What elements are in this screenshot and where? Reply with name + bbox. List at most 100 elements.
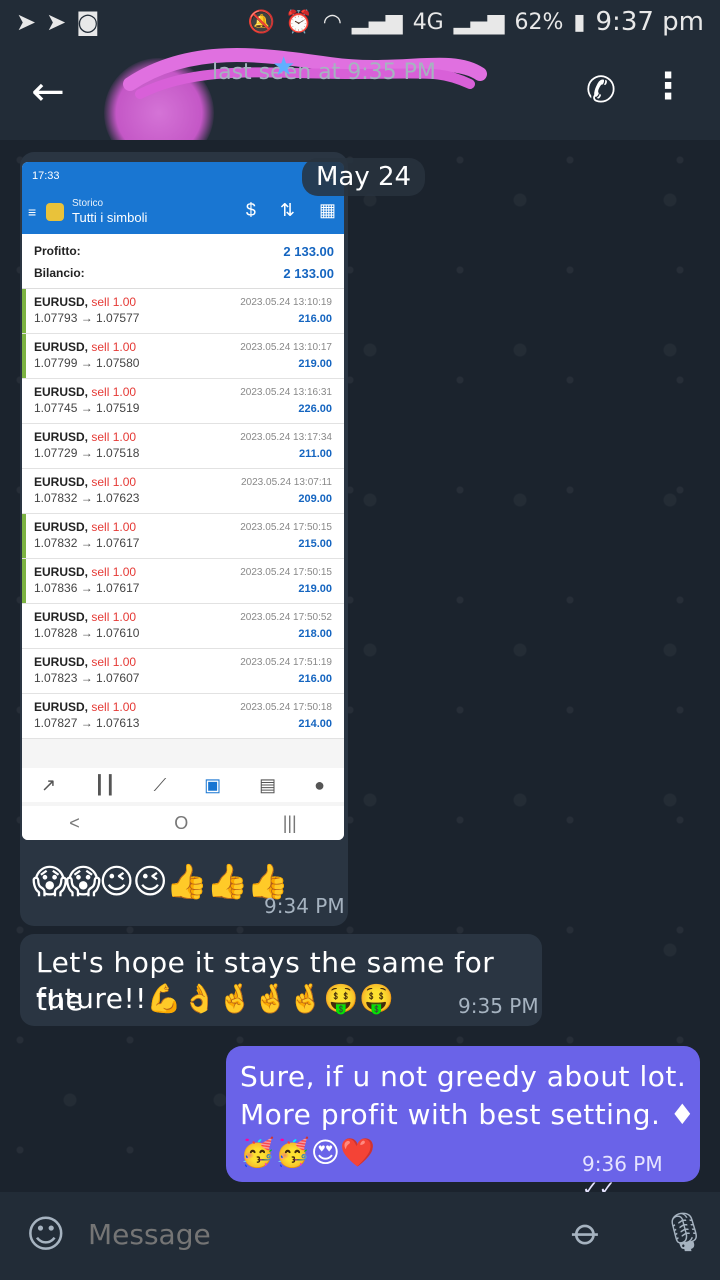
trade-row: EURUSD, sell 1.00 1.07832 → 1.07623 2023.0…	[22, 469, 344, 514]
trade-profit: 215.00	[298, 538, 332, 550]
trade-profit: 214.00	[298, 718, 332, 730]
news-icon: ▤	[259, 774, 277, 795]
embedded-toolbar-icons: $ ⇅ ▦	[246, 200, 336, 221]
mute-icon: 🔕	[247, 9, 276, 35]
trade-row: EURUSD, sell 1.00 1.07745 → 1.07519 2023.0…	[22, 379, 344, 424]
trade-symbol: EURUSD,	[34, 520, 89, 534]
message-bubble-incoming[interactable]: Let's hope it stays the same for the fut…	[20, 934, 542, 1026]
network-label: 4G	[412, 9, 444, 35]
summary-value: 2 133.00	[283, 243, 334, 259]
trade-symbol: EURUSD,	[34, 430, 89, 444]
trade-row: EURUSD, sell 1.00 1.07836 → 1.07617 2023.0…	[22, 559, 344, 604]
trade-prices: 1.07823 → 1.07607	[34, 671, 140, 685]
alarm-icon: ⏰	[285, 9, 313, 35]
trade-symbol: EURUSD,	[34, 655, 89, 669]
trade-date: 2023.05.24 13:17:34	[240, 432, 332, 443]
trade-symbol: EURUSD,	[34, 700, 89, 714]
trade-row: EURUSD, sell 1.00 1.07827 → 1.07613 2023.0…	[22, 694, 344, 739]
message-text: future!!💪👌🤞🤞🤞🤑🤑	[36, 982, 395, 1015]
status-bar: ➤ ➤ ◙ 🔕 ⏰ ◠ ▂▄▆ 4G ▂▄▆ 62% ▮ 9:37 pm	[0, 0, 720, 44]
chat-area[interactable]: 17:33 78 ≡ Storico Tutti i simboli $ ⇅ ▦…	[0, 140, 720, 1192]
nav-home: O	[174, 812, 189, 833]
trade-icon: ⟋	[153, 774, 167, 795]
summary-row: Profitto: 2 133.00	[34, 240, 334, 262]
trade-prices: 1.07832 → 1.07623	[34, 491, 140, 505]
calendar-icon: ▦	[318, 200, 336, 220]
telegram-icon: ➤	[46, 8, 67, 36]
chat-header: ← last seen at 9:35 PM ★ ✆ ⋮	[0, 44, 720, 168]
summary-label: Profitto:	[34, 244, 81, 258]
trade-date: 2023.05.24 17:50:18	[240, 702, 332, 713]
trade-prices: 1.07836 → 1.07617	[34, 581, 140, 595]
trade-date: 2023.05.24 13:10:17	[240, 342, 332, 353]
message-time: 9:36 PM ✓✓	[582, 1152, 700, 1192]
trade-side: sell 1.00	[91, 295, 137, 309]
embedded-title-small: Storico	[72, 198, 104, 210]
embedded-time: 17:33	[32, 170, 60, 182]
battery-percent: 62%	[514, 9, 564, 35]
trade-prices: 1.07827 → 1.07613	[34, 716, 140, 730]
phone-icon[interactable]: ✆	[586, 70, 616, 111]
message-bubble-incoming[interactable]: 17:33 78 ≡ Storico Tutti i simboli $ ⇅ ▦…	[20, 152, 348, 926]
signal-icon: ▂▄▆	[351, 9, 403, 35]
trade-row: EURUSD, sell 1.00 1.07832 → 1.07617 2023.0…	[22, 514, 344, 559]
trade-side: sell 1.00	[91, 655, 137, 669]
trade-row: EURUSD, sell 1.00 1.07799 → 1.07580 2023.0…	[22, 334, 344, 379]
chat-icon: ●	[314, 774, 325, 795]
trade-symbol: EURUSD,	[34, 610, 89, 624]
embedded-status-bar: 17:33 78	[22, 162, 344, 190]
message-text: Sure, if u not greedy about lot.	[240, 1060, 687, 1093]
nav-back: <	[69, 812, 80, 833]
summary-label: Bilancio:	[34, 266, 85, 280]
contact-info[interactable]: last seen at 9:35 PM	[200, 54, 436, 85]
trade-profit: 219.00	[298, 583, 332, 595]
trade-prices: 1.07793 → 1.07577	[34, 311, 140, 325]
message-input[interactable]	[88, 1218, 508, 1251]
trade-prices: 1.07799 → 1.07580	[34, 356, 140, 370]
embedded-toolbar: ≡ Storico Tutti i simboli $ ⇅ ▦	[22, 190, 344, 234]
trade-row: EURUSD, sell 1.00 1.07793 → 1.07577 2023.0…	[22, 289, 344, 334]
star-icon: ★	[272, 52, 296, 82]
quotes-icon: ↗	[40, 774, 57, 795]
hamburger-icon: ≡	[28, 204, 37, 220]
trade-prices: 1.07729 → 1.07518	[34, 446, 140, 460]
message-time: 9:35 PM	[458, 994, 539, 1018]
read-receipt-icon: ✓✓	[582, 1176, 616, 1192]
last-seen: last seen at 9:35 PM	[212, 60, 436, 85]
summary-value: 2 133.00	[283, 265, 334, 281]
embedded-summary: Profitto: 2 133.00 Bilancio: 2 133.00	[22, 234, 344, 289]
back-arrow-icon[interactable]: ←	[0, 44, 96, 140]
trade-date: 2023.05.24 17:51:19	[240, 657, 332, 668]
attach-icon[interactable]: ⌀	[564, 1208, 611, 1255]
message-input-bar: ☺ ⌀ 🎙	[0, 1192, 720, 1280]
message-bubble-outgoing[interactable]: Sure, if u not greedy about lot. More pr…	[226, 1046, 700, 1192]
emoji-icon[interactable]: ☺	[26, 1212, 66, 1256]
telegram-icon: ➤	[16, 8, 37, 36]
trade-date: 2023.05.24 17:50:52	[240, 612, 332, 623]
trade-side: sell 1.00	[91, 340, 137, 354]
trade-side: sell 1.00	[91, 610, 137, 624]
summary-row: Bilancio: 2 133.00	[34, 262, 334, 284]
more-options-icon[interactable]: ⋮	[650, 66, 686, 107]
status-left: ➤ ➤ ◙	[16, 8, 100, 36]
embedded-tabs: ↗ ┃┃ ⟋ ▣ ▤ ●	[22, 768, 344, 802]
embedded-title: Tutti i simboli	[72, 210, 148, 226]
trade-profit: 211.00	[298, 448, 332, 460]
status-right: 🔕 ⏰ ◠ ▂▄▆ 4G ▂▄▆ 62% ▮ 9:37 pm	[248, 7, 704, 37]
trade-symbol: EURUSD,	[34, 565, 89, 579]
image-attachment[interactable]: 17:33 78 ≡ Storico Tutti i simboli $ ⇅ ▦…	[22, 162, 344, 840]
message-text: More profit with best setting. ♦	[240, 1098, 696, 1131]
trade-symbol: EURUSD,	[34, 385, 89, 399]
trade-symbol: EURUSD,	[34, 340, 89, 354]
trade-date: 2023.05.24 13:07:11	[240, 477, 332, 488]
trade-list: EURUSD, sell 1.00 1.07793 → 1.07577 2023.0…	[22, 289, 344, 739]
trade-prices: 1.07828 → 1.07610	[34, 626, 140, 640]
chart-icon: ┃┃	[94, 774, 116, 795]
mic-icon[interactable]: 🎙	[660, 1210, 708, 1255]
trade-date: 2023.05.24 13:16:31	[240, 387, 332, 398]
wifi-icon: ◠	[322, 9, 342, 35]
trade-side: sell 1.00	[91, 520, 137, 534]
trade-row: EURUSD, sell 1.00 1.07823 → 1.07607 2023.0…	[22, 649, 344, 694]
currency-icon: $	[245, 200, 256, 220]
battery-icon: ▮	[573, 9, 586, 35]
